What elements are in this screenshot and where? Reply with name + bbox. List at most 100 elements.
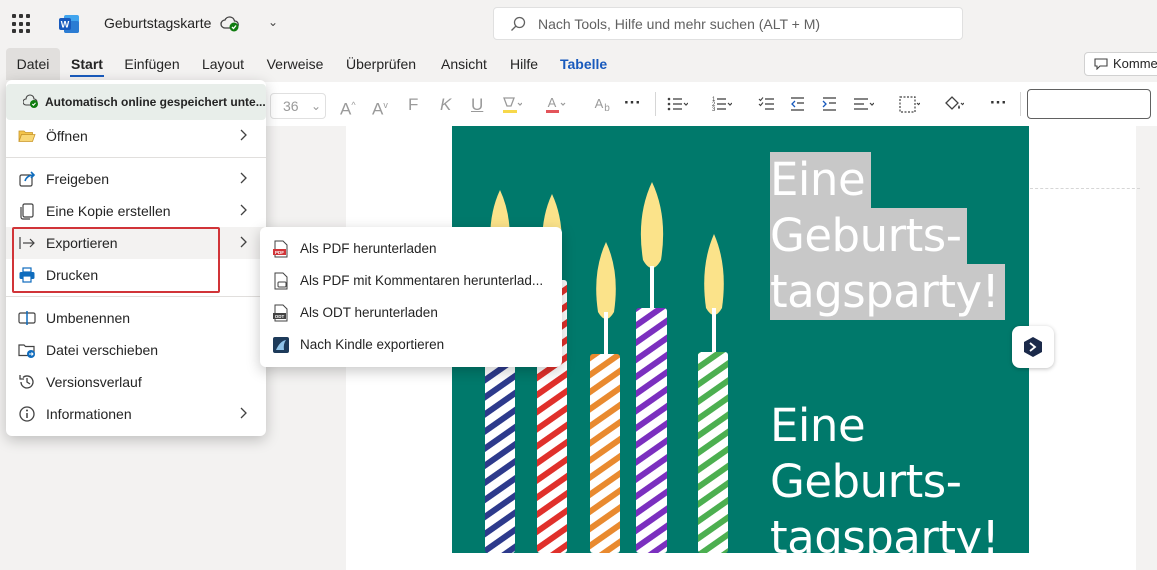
menu-item-umbenennen[interactable]: Umbenennen xyxy=(6,302,266,334)
submenu-item-odt[interactable]: ODT Als ODT herunterladen xyxy=(260,297,562,329)
selected-title-text[interactable]: Eine Geburts- tagsparty! xyxy=(770,152,1006,320)
italic-button[interactable]: K xyxy=(440,95,451,115)
folder-open-icon xyxy=(18,130,36,142)
shading-icon[interactable] xyxy=(942,94,964,116)
info-icon xyxy=(19,406,35,422)
title-line-2: Geburts- xyxy=(770,208,968,264)
submenu-item-pdf[interactable]: PDF Als PDF herunterladen xyxy=(260,233,562,265)
tab-ansicht[interactable]: Ansicht xyxy=(440,48,488,80)
comments-button[interactable]: Kommer xyxy=(1084,52,1157,76)
title-text[interactable]: Eine Geburts- tagsparty! xyxy=(770,398,1000,553)
menu-item-label: Drucken xyxy=(46,267,99,283)
pdf-comments-icon xyxy=(274,272,288,290)
tab-einfuegen[interactable]: Einfügen xyxy=(124,48,180,80)
menu-item-datei-verschieben[interactable]: Datei verschieben xyxy=(6,334,266,366)
search-icon xyxy=(511,16,526,31)
share-icon xyxy=(19,171,36,187)
copilot-button[interactable] xyxy=(1012,326,1054,368)
chevron-right-icon xyxy=(240,172,247,184)
menu-item-freigeben[interactable]: Freigeben xyxy=(6,163,266,195)
title-line-2: Geburts- xyxy=(770,455,962,508)
copy-icon xyxy=(20,203,34,220)
numbering-icon[interactable]: 1 2 3 xyxy=(710,94,732,116)
document-title[interactable]: Geburtstagskarte xyxy=(104,15,211,31)
search-box[interactable] xyxy=(493,7,963,40)
tab-hilfe[interactable]: Hilfe xyxy=(509,48,539,80)
comment-icon xyxy=(1094,58,1108,70)
svg-text:W: W xyxy=(61,20,70,30)
title-line-3: tagsparty! xyxy=(770,264,1006,320)
cloud-saved-icon xyxy=(220,16,239,32)
export-submenu: PDF Als PDF herunterladen Als PDF mit Ko… xyxy=(260,227,562,367)
submenu-item-pdf-comments[interactable]: Als PDF mit Kommentaren herunterlad... xyxy=(260,265,562,297)
menu-item-label: Öffnen xyxy=(46,128,88,144)
underline-button[interactable]: U xyxy=(471,95,483,115)
menu-item-label: Exportieren xyxy=(46,235,118,251)
tab-datei[interactable]: Datei xyxy=(6,48,60,80)
title-line-1: Eine xyxy=(770,399,866,452)
borders-icon[interactable] xyxy=(898,94,920,116)
move-file-icon xyxy=(18,344,35,358)
highlight-color-icon[interactable] xyxy=(500,94,522,116)
menu-item-label: Eine Kopie erstellen xyxy=(46,203,171,219)
menu-divider xyxy=(6,157,266,158)
word-logo-icon: W xyxy=(59,15,79,33)
tab-tabelle[interactable]: Tabelle xyxy=(560,48,607,80)
styles-dropdown[interactable] xyxy=(1027,89,1151,119)
title-bar: W Geburtstagskarte ⌄ xyxy=(0,0,1157,48)
menu-item-oeffnen[interactable]: Öffnen xyxy=(6,120,266,152)
svg-text:ODT: ODT xyxy=(275,314,285,319)
app-launcher-icon[interactable] xyxy=(12,14,32,34)
tab-start[interactable]: Start xyxy=(70,48,104,80)
submenu-item-label: Als ODT herunterladen xyxy=(300,305,438,320)
submenu-item-label: Als PDF herunterladen xyxy=(300,241,437,256)
menu-item-informationen[interactable]: Informationen xyxy=(6,398,266,430)
bold-button[interactable]: F xyxy=(408,95,418,115)
align-icon[interactable] xyxy=(852,94,874,116)
tab-verweise[interactable]: Verweise xyxy=(266,48,324,80)
submenu-item-kindle[interactable]: Nach Kindle exportieren xyxy=(260,329,562,361)
menu-divider xyxy=(6,296,266,297)
submenu-item-label: Nach Kindle exportieren xyxy=(300,337,445,352)
submenu-item-label: Als PDF mit Kommentaren herunterlad... xyxy=(300,273,544,288)
copilot-icon xyxy=(1024,337,1042,357)
comments-label: Kommer xyxy=(1113,56,1157,71)
svg-text:b: b xyxy=(604,103,610,114)
ribbon-separator xyxy=(1020,92,1021,116)
autosave-status[interactable]: Automatisch online gespeichert unte... xyxy=(6,84,266,120)
margin-guide xyxy=(1030,188,1140,189)
kindle-icon xyxy=(273,337,289,353)
decrease-indent-icon[interactable] xyxy=(788,94,810,116)
font-size-select[interactable]: 36 ⌄ xyxy=(270,93,326,119)
menu-item-label: Umbenennen xyxy=(46,310,131,326)
menu-item-exportieren[interactable]: Exportieren xyxy=(6,227,266,259)
title-line-1: Eine xyxy=(770,152,872,208)
text-effects-icon[interactable]: A b xyxy=(592,94,614,116)
shrink-font-icon[interactable]: Av xyxy=(372,95,388,120)
tab-ueberpruefen[interactable]: Überprüfen xyxy=(345,48,417,80)
chevron-right-icon xyxy=(240,236,247,248)
menu-item-label: Versionsverlauf xyxy=(46,374,142,390)
menu-item-kopie-erstellen[interactable]: Eine Kopie erstellen xyxy=(6,195,266,227)
tab-layout[interactable]: Layout xyxy=(201,48,245,80)
title-line-3: tagsparty! xyxy=(770,511,1000,553)
increase-indent-icon[interactable] xyxy=(820,94,842,116)
search-input[interactable] xyxy=(538,14,938,34)
chevron-right-icon xyxy=(240,129,247,141)
bullets-icon[interactable] xyxy=(666,94,688,116)
autosave-text: Automatisch online gespeichert unte... xyxy=(45,95,266,109)
menu-item-versionsverlauf[interactable]: Versionsverlauf xyxy=(6,366,266,398)
checklist-icon[interactable] xyxy=(758,94,780,116)
chevron-right-icon xyxy=(240,204,247,216)
title-chevron-down-icon[interactable]: ⌄ xyxy=(268,15,278,29)
grow-font-icon[interactable]: A^ xyxy=(340,95,356,120)
menu-tabs: Datei Start Einfügen Layout Verweise Übe… xyxy=(0,48,1157,80)
menu-item-drucken[interactable]: Drucken xyxy=(6,259,266,291)
history-icon xyxy=(19,375,34,389)
font-color-icon[interactable]: A xyxy=(544,94,566,116)
svg-text:PDF: PDF xyxy=(275,250,284,255)
more-font-options-icon[interactable]: ··· xyxy=(624,93,641,113)
chevron-right-icon xyxy=(240,407,247,419)
more-paragraph-options-icon[interactable]: ··· xyxy=(990,93,1007,113)
svg-text:A: A xyxy=(548,95,557,110)
